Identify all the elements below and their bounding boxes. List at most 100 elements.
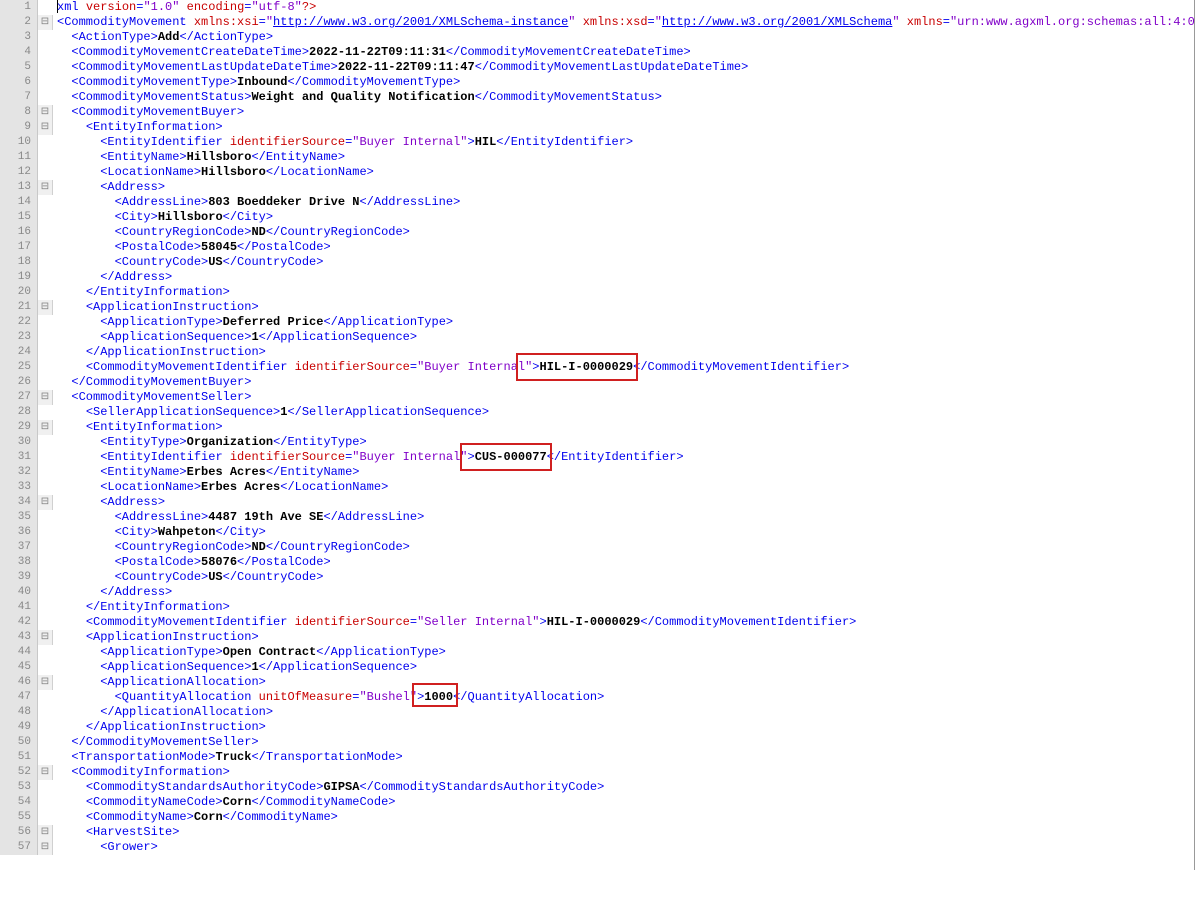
fold-gutter[interactable]: ⊟ [38,495,53,510]
code-line[interactable]: 25 <CommodityMovementIdentifier identifi… [0,360,1194,375]
code-line[interactable]: 56⊟ <HarvestSite> [0,825,1194,840]
code-line[interactable]: 52⊟ <CommodityInformation> [0,765,1194,780]
code-line[interactable]: 36 <City>Wahpeton</City> [0,525,1194,540]
code-line[interactable]: 42 <CommodityMovementIdentifier identifi… [0,615,1194,630]
code-line[interactable]: 6 <CommodityMovementType>Inbound</Commod… [0,75,1194,90]
line-number: 50 [0,735,38,750]
code-line[interactable]: 11 <EntityName>Hillsboro</EntityName> [0,150,1194,165]
line-number: 57 [0,840,38,855]
code-content: <ApplicationInstruction> [53,300,259,315]
fold-gutter[interactable]: ⊟ [38,105,53,120]
code-line[interactable]: 3 <ActionType>Add</ActionType> [0,30,1194,45]
code-line[interactable]: 8⊟ <CommodityMovementBuyer> [0,105,1194,120]
code-line[interactable]: 12 <LocationName>Hillsboro</LocationName… [0,165,1194,180]
line-number: 31 [0,450,38,465]
code-content: <CountryRegionCode>ND</CountryRegionCode… [53,225,410,240]
code-content: <QuantityAllocation unitOfMeasure="Bushe… [53,690,604,705]
code-content: </Address> [53,270,172,285]
code-line[interactable]: 50 </CommodityMovementSeller> [0,735,1194,750]
line-number: 3 [0,30,38,45]
code-line[interactable]: 54 <CommodityNameCode>Corn</CommodityNam… [0,795,1194,810]
fold-gutter[interactable]: ⊟ [38,180,53,195]
code-line[interactable]: 23 <ApplicationSequence>1</ApplicationSe… [0,330,1194,345]
code-line[interactable]: 22 <ApplicationType>Deferred Price</Appl… [0,315,1194,330]
code-editor[interactable]: 1xml version="1.0" encoding="utf-8"?>2⊟<… [0,0,1195,870]
code-content: <ApplicationSequence>1</ApplicationSeque… [53,330,417,345]
code-line[interactable]: 32 <EntityName>Erbes Acres</EntityName> [0,465,1194,480]
fold-gutter[interactable]: ⊟ [38,825,53,840]
code-line[interactable]: 19 </Address> [0,270,1194,285]
code-content: </Address> [53,585,172,600]
code-line[interactable]: 14 <AddressLine>803 Boeddeker Drive N</A… [0,195,1194,210]
code-content: <EntityType>Organization</EntityType> [53,435,367,450]
code-line[interactable]: 15 <City>Hillsboro</City> [0,210,1194,225]
code-content: <CommodityMovementSeller> [53,390,251,405]
code-line[interactable]: 27⊟ <CommodityMovementSeller> [0,390,1194,405]
code-line[interactable]: 46⊟ <ApplicationAllocation> [0,675,1194,690]
code-line[interactable]: 7 <CommodityMovementStatus>Weight and Qu… [0,90,1194,105]
code-line[interactable]: 48 </ApplicationAllocation> [0,705,1194,720]
fold-gutter[interactable]: ⊟ [38,120,53,135]
code-content: <CommodityMovementIdentifier identifierS… [53,360,849,375]
code-line[interactable]: 29⊟ <EntityInformation> [0,420,1194,435]
line-number: 7 [0,90,38,105]
fold-gutter[interactable]: ⊟ [38,840,53,855]
code-line[interactable]: 41 </EntityInformation> [0,600,1194,615]
code-line[interactable]: 13⊟ <Address> [0,180,1194,195]
code-line[interactable]: 31 <EntityIdentifier identifierSource="B… [0,450,1194,465]
line-number: 21 [0,300,38,315]
code-line[interactable]: 35 <AddressLine>4487 19th Ave SE</Addres… [0,510,1194,525]
line-number: 8 [0,105,38,120]
code-line[interactable]: 30 <EntityType>Organization</EntityType> [0,435,1194,450]
line-number: 34 [0,495,38,510]
code-line[interactable]: 18 <CountryCode>US</CountryCode> [0,255,1194,270]
code-line[interactable]: 40 </Address> [0,585,1194,600]
code-line[interactable]: 28 <SellerApplicationSequence>1</SellerA… [0,405,1194,420]
line-number: 40 [0,585,38,600]
code-line[interactable]: 34⊟ <Address> [0,495,1194,510]
line-number: 47 [0,690,38,705]
code-line[interactable]: 10 <EntityIdentifier identifierSource="B… [0,135,1194,150]
line-number: 23 [0,330,38,345]
code-line[interactable]: 33 <LocationName>Erbes Acres</LocationNa… [0,480,1194,495]
line-number: 55 [0,810,38,825]
line-number: 24 [0,345,38,360]
code-line[interactable]: 45 <ApplicationSequence>1</ApplicationSe… [0,660,1194,675]
code-line[interactable]: 47 <QuantityAllocation unitOfMeasure="Bu… [0,690,1194,705]
fold-gutter[interactable]: ⊟ [38,15,53,30]
code-line[interactable]: 20 </EntityInformation> [0,285,1194,300]
code-line[interactable]: 51 <TransportationMode>Truck</Transporta… [0,750,1194,765]
code-line[interactable]: 53 <CommodityStandardsAuthorityCode>GIPS… [0,780,1194,795]
code-line[interactable]: 5 <CommodityMovementLastUpdateDateTime>2… [0,60,1194,75]
fold-gutter[interactable]: ⊟ [38,390,53,405]
code-content: <ApplicationType>Open Contract</Applicat… [53,645,446,660]
line-number: 49 [0,720,38,735]
fold-gutter[interactable]: ⊟ [38,630,53,645]
code-line[interactable]: 9⊟ <EntityInformation> [0,120,1194,135]
code-line[interactable]: 37 <CountryRegionCode>ND</CountryRegionC… [0,540,1194,555]
code-line[interactable]: 2⊟<CommodityMovement xmlns:xsi="http://w… [0,15,1194,30]
code-content: <CommodityMovementType>Inbound</Commodit… [53,75,460,90]
line-number: 14 [0,195,38,210]
code-content: <CommodityMovement xmlns:xsi="http://www… [53,15,1195,30]
code-line[interactable]: 24 </ApplicationInstruction> [0,345,1194,360]
code-line[interactable]: 55 <CommodityName>Corn</CommodityName> [0,810,1194,825]
code-line[interactable]: 1xml version="1.0" encoding="utf-8"?> [0,0,1194,15]
code-line[interactable]: 43⊟ <ApplicationInstruction> [0,630,1194,645]
code-line[interactable]: 57⊟ <Grower> [0,840,1194,855]
code-line[interactable]: 44 <ApplicationType>Open Contract</Appli… [0,645,1194,660]
fold-gutter[interactable]: ⊟ [38,300,53,315]
code-line[interactable]: 49 </ApplicationInstruction> [0,720,1194,735]
fold-gutter[interactable]: ⊟ [38,420,53,435]
code-line[interactable]: 17 <PostalCode>58045</PostalCode> [0,240,1194,255]
fold-gutter[interactable]: ⊟ [38,675,53,690]
code-line[interactable]: 26 </CommodityMovementBuyer> [0,375,1194,390]
code-content: <ApplicationInstruction> [53,630,259,645]
code-content: <CommodityMovementIdentifier identifierS… [53,615,856,630]
fold-gutter[interactable]: ⊟ [38,765,53,780]
code-line[interactable]: 16 <CountryRegionCode>ND</CountryRegionC… [0,225,1194,240]
code-line[interactable]: 39 <CountryCode>US</CountryCode> [0,570,1194,585]
code-line[interactable]: 38 <PostalCode>58076</PostalCode> [0,555,1194,570]
code-line[interactable]: 21⊟ <ApplicationInstruction> [0,300,1194,315]
code-line[interactable]: 4 <CommodityMovementCreateDateTime>2022-… [0,45,1194,60]
